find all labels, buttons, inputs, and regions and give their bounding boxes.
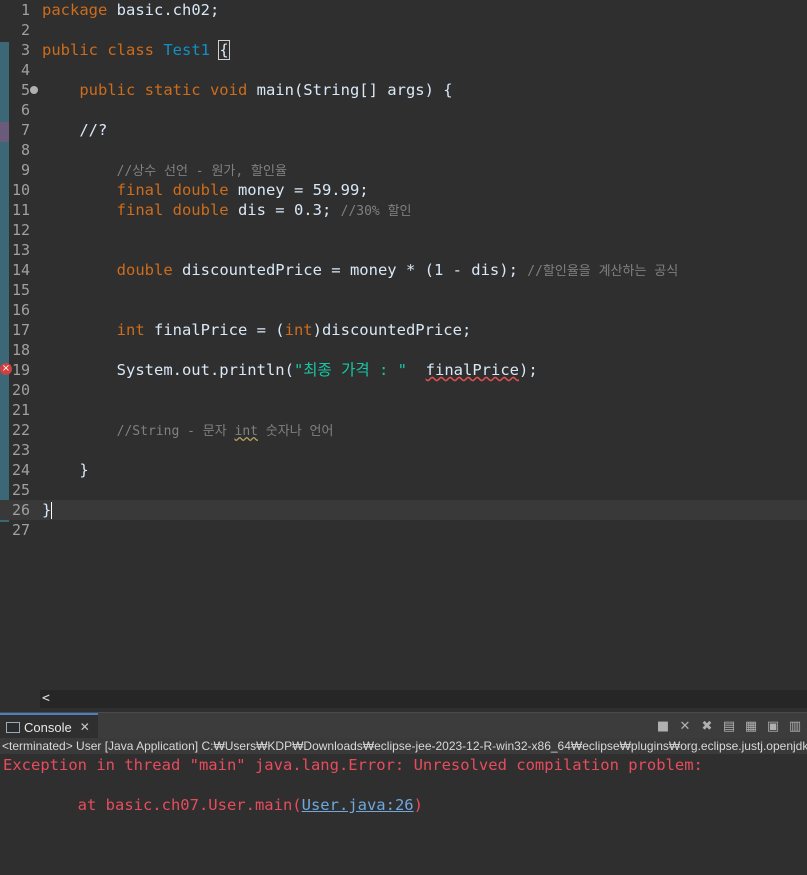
scroll-lock-icon[interactable]: ▤: [721, 718, 737, 734]
horizontal-scrollbar[interactable]: <: [40, 690, 807, 708]
console-toolbar: ■ ✕ ✖ ▤ ▦ ▣ ▥: [655, 718, 803, 734]
error-marker-icon[interactable]: ×: [0, 363, 12, 375]
line-number: 3: [20, 41, 30, 59]
trace-suffix: ): [413, 796, 423, 814]
code-line[interactable]: 2: [0, 20, 807, 40]
line-number: 8: [20, 141, 30, 159]
line-number: 16: [11, 301, 30, 319]
tab-console[interactable]: Console ✕: [0, 713, 98, 739]
line-number: 7: [20, 121, 30, 139]
code-line[interactable]: 9 //상수 선언 - 원가, 할인율: [0, 160, 807, 180]
code-line[interactable]: 20: [0, 380, 807, 400]
code-lines[interactable]: 1 package basic.ch02; 2 3 public class Test1…: [0, 0, 807, 540]
line-number: 6: [20, 101, 30, 119]
console-stack-trace-line: at basic.ch07.User.main(User.java:26): [0, 794, 807, 814]
console-menu-icon[interactable]: ▥: [787, 718, 803, 734]
line-number: 26: [11, 501, 30, 519]
code-text: package basic.ch02;: [42, 1, 220, 19]
line-number: 21: [11, 401, 30, 419]
code-line[interactable]: 23: [0, 440, 807, 460]
line-number: 24: [11, 461, 30, 479]
code-text: }: [42, 461, 89, 479]
stop-icon[interactable]: ■: [655, 718, 671, 734]
line-number: 2: [20, 21, 30, 39]
code-line[interactable]: 15: [0, 280, 807, 300]
code-text: public class Test1 {: [42, 40, 230, 60]
code-line[interactable]: 25: [0, 480, 807, 500]
code-line[interactable]: 5 public static void main(String[] args)…: [0, 80, 807, 100]
line-number: 5: [20, 81, 30, 99]
line-number: 20: [11, 381, 30, 399]
line-number: 22: [11, 421, 30, 439]
line-number: 13: [11, 241, 30, 259]
line-number: 15: [11, 281, 30, 299]
code-text: //?: [42, 121, 108, 139]
remove-all-icon[interactable]: ✖: [699, 718, 715, 734]
code-line[interactable]: 19 × System.out.println("최종 가격 : " finalP…: [0, 360, 807, 380]
code-line[interactable]: 21: [0, 400, 807, 420]
code-line[interactable]: 7 //?: [0, 120, 807, 140]
code-line[interactable]: 12: [0, 220, 807, 240]
console-output[interactable]: Exception in thread "main" java.lang.Err…: [0, 754, 807, 875]
line-number: 12: [11, 221, 30, 239]
console-tab-label: Console: [24, 719, 72, 735]
code-text: }: [42, 501, 53, 519]
code-text: final double money = 59.99;: [116, 181, 369, 199]
line-number: 18: [11, 341, 30, 359]
pin-console-icon[interactable]: ▣: [765, 718, 781, 734]
code-text: double discountedPrice = money * (1 - di…: [116, 261, 679, 279]
code-line[interactable]: 1 package basic.ch02;: [0, 0, 807, 20]
code-line[interactable]: 6: [0, 100, 807, 120]
code-line[interactable]: 11 final double dis = 0.3; //30% 할인: [0, 200, 807, 220]
code-text: final double dis = 0.3; //30% 할인: [116, 201, 412, 219]
console-view-header: Console ✕ ■ ✕ ✖ ▤ ▦ ▣ ▥: [0, 712, 807, 739]
console-process-status: <terminated> User [Java Application] C:₩…: [0, 738, 807, 754]
line-number: 17: [11, 321, 30, 339]
code-line[interactable]: 4: [0, 60, 807, 80]
code-line[interactable]: 10 final double money = 59.99;: [0, 180, 807, 200]
line-number: 23: [11, 441, 30, 459]
console-error-line: Exception in thread "main" java.lang.Err…: [3, 756, 703, 774]
line-number: 25: [11, 481, 30, 499]
line-number: 11: [11, 201, 30, 219]
code-editor[interactable]: 1 package basic.ch02; 2 3 public class Test1…: [0, 0, 807, 690]
code-line[interactable]: 14 double discountedPrice = money * (1 -…: [0, 260, 807, 280]
code-line[interactable]: 18: [0, 340, 807, 360]
code-line[interactable]: 27: [0, 520, 807, 540]
line-number: 10: [11, 181, 30, 199]
close-icon[interactable]: ✕: [80, 720, 90, 734]
code-text: //상수 선언 - 원가, 할인율: [116, 164, 287, 179]
code-line[interactable]: 13: [0, 240, 807, 260]
code-line[interactable]: 26}: [0, 500, 807, 520]
trace-prefix: at basic.ch07.User.main(: [3, 796, 302, 814]
scroll-left-icon[interactable]: <: [42, 690, 50, 708]
line-number: 14: [11, 261, 30, 279]
code-text: //String - 문자 int 숫자나 언어: [116, 424, 334, 439]
code-line[interactable]: 24 }: [0, 460, 807, 480]
line-number: 1: [20, 1, 30, 19]
code-line[interactable]: 17 int finalPrice = (int)discountedPrice…: [0, 320, 807, 340]
line-number: 27: [11, 521, 30, 539]
code-text: public static void main(String[] args) {: [79, 81, 453, 99]
console-icon: [6, 721, 20, 733]
code-text: System.out.println("최종 가격 : " finalPrice…: [42, 361, 538, 379]
code-text: int finalPrice = (int)discountedPrice;: [116, 321, 472, 339]
fold-collapse-icon[interactable]: [30, 86, 38, 94]
code-line[interactable]: 3 public class Test1 {: [0, 40, 807, 60]
line-number: 9: [20, 161, 30, 179]
word-wrap-icon[interactable]: ▦: [743, 718, 759, 734]
code-line[interactable]: 8: [0, 140, 807, 160]
source-link[interactable]: User.java:26: [302, 796, 414, 814]
code-line[interactable]: 22 //String - 문자 int 숫자나 언어: [0, 420, 807, 440]
line-number: 4: [20, 61, 30, 79]
remove-launch-icon[interactable]: ✕: [677, 718, 693, 734]
code-line[interactable]: 16: [0, 300, 807, 320]
